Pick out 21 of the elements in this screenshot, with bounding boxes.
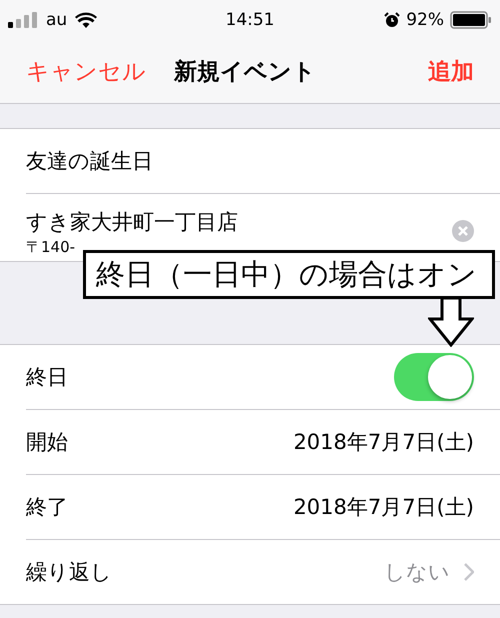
row-label: 開始 [26,429,68,456]
date-value[interactable]: 2018年7月7日(土) [293,428,474,456]
carrier-name: au [46,10,68,30]
battery-percent: 92% [406,10,444,30]
all-day-toggle[interactable] [394,353,474,401]
row-label: 終日 [26,364,68,391]
row-label: 繰り返し [26,559,112,586]
row-label: 終了 [26,494,68,521]
clear-icon[interactable] [452,220,474,242]
alarm-icon [384,12,400,28]
battery-icon [450,11,492,29]
chevron-icon [464,563,474,581]
address-text: 〒140- [26,238,76,257]
clock-time: 14:51 [226,10,274,30]
screen-title: 新規イベント [174,58,316,87]
callout-box: 終日（一日中）の場合はオン [83,250,495,299]
title-field[interactable]: 友達の誕生日 [26,147,153,175]
date-value[interactable]: 2018年7月7日(土) [293,493,474,521]
signal-icon [8,12,38,28]
location-field[interactable]: すき家大井町一丁目店 [26,208,238,236]
wifi-icon [75,12,98,28]
